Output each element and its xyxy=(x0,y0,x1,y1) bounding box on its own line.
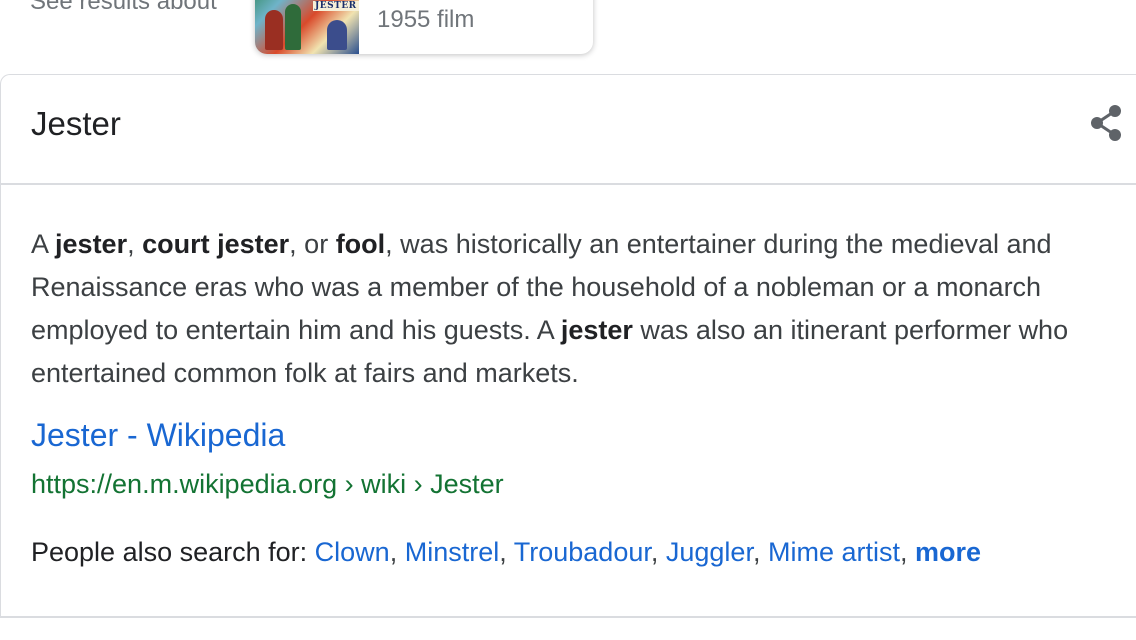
panel-divider xyxy=(0,616,1136,618)
more-link[interactable]: more xyxy=(915,537,981,567)
knowledge-panel: Jester A jester, court jester, or fool, … xyxy=(0,74,1136,618)
description-text: , or xyxy=(289,229,336,259)
description-bold-term: court jester xyxy=(142,229,290,259)
panel-description: A jester, court jester, or fool, was his… xyxy=(31,223,1131,395)
separator: , xyxy=(752,537,768,567)
film-poster-thumbnail[interactable]: JESTER xyxy=(255,0,359,54)
share-icon[interactable] xyxy=(1087,103,1127,143)
poster-figure xyxy=(265,10,283,50)
see-results-label: See results about xyxy=(30,0,217,15)
panel-header: Jester xyxy=(1,75,1136,185)
people-also-search-label: People also search for: xyxy=(31,537,315,567)
separator: , xyxy=(899,537,915,567)
related-link-troubadour[interactable]: Troubadour xyxy=(514,537,651,567)
description-text: A xyxy=(31,229,56,259)
related-link-juggler[interactable]: Juggler xyxy=(666,537,753,567)
description-text: , xyxy=(127,229,143,259)
people-also-search: People also search for: Clown, Minstrel,… xyxy=(31,537,981,568)
separator: , xyxy=(650,537,666,567)
related-link-mime-artist[interactable]: Mime artist xyxy=(768,537,900,567)
description-bold-term: jester xyxy=(560,315,633,345)
poster-title-text: JESTER xyxy=(313,1,359,11)
search-results-page: See results about JESTER 1955 film Jeste… xyxy=(0,0,1136,640)
film-subtitle: 1955 film xyxy=(377,6,475,33)
description-bold-term: jester xyxy=(55,229,128,259)
related-link-minstrel[interactable]: Minstrel xyxy=(405,537,500,567)
description-bold-term: fool xyxy=(335,229,386,259)
separator: , xyxy=(389,537,405,567)
separator: , xyxy=(499,537,514,567)
source-url: https://en.m.wikipedia.org › wiki › Jest… xyxy=(31,469,504,499)
source-link[interactable]: Jester - Wikipedia xyxy=(31,417,285,454)
panel-title: Jester xyxy=(31,105,121,142)
film-result-card[interactable]: JESTER 1955 film xyxy=(255,0,593,54)
poster-figure xyxy=(285,4,301,50)
poster-figure xyxy=(327,20,347,50)
related-link-clown[interactable]: Clown xyxy=(315,537,390,567)
